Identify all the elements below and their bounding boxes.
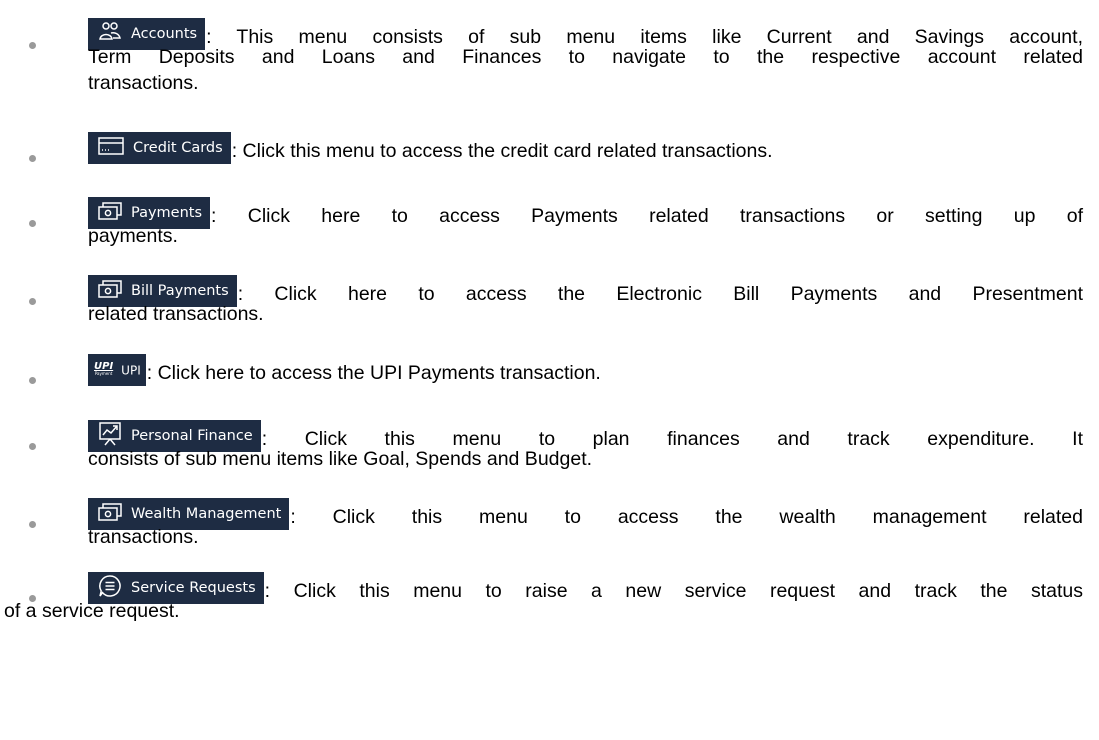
bullet (29, 443, 36, 450)
credit-card-icon (98, 137, 124, 155)
bullet (29, 220, 36, 227)
credit-cards-menu-button[interactable]: Credit Cards (88, 132, 231, 164)
service-requests-description-line-2: of a service request. (4, 600, 180, 622)
bullet (29, 155, 36, 162)
upi-menu-button[interactable]: UPI Payment UPI (88, 354, 146, 386)
accounts-description-line-2: Term Deposits and Loans and Finances to … (88, 46, 1083, 68)
service-requests-chat-icon (99, 575, 121, 597)
personal-finance-description-line-2: consists of sub menu items like Goal, Sp… (88, 448, 593, 470)
bill-payments-description-line-2: related transactions. (88, 303, 264, 325)
upi-payment-icon: UPI Payment (94, 360, 114, 376)
bullet (29, 42, 36, 49)
accounts-description-line-3: transactions. (88, 72, 199, 94)
bullet (29, 377, 36, 384)
upi-description: : Click here to access the UPI Payments … (146, 362, 601, 384)
wealth-management-icon (98, 503, 122, 521)
payments-icon (98, 202, 122, 220)
wealth-management-description-line-2: transactions. (88, 526, 199, 548)
credit-cards-description: : Click this menu to access the credit c… (231, 140, 773, 162)
bill-payments-icon (98, 280, 122, 298)
menu-description-list: Accounts: This menu consists of sub menu… (0, 0, 1099, 740)
bullet (29, 298, 36, 305)
accounts-icon (99, 22, 121, 40)
payments-description-line-2: payments. (88, 225, 178, 247)
bullet (29, 521, 36, 528)
personal-finance-chart-icon (99, 422, 121, 446)
